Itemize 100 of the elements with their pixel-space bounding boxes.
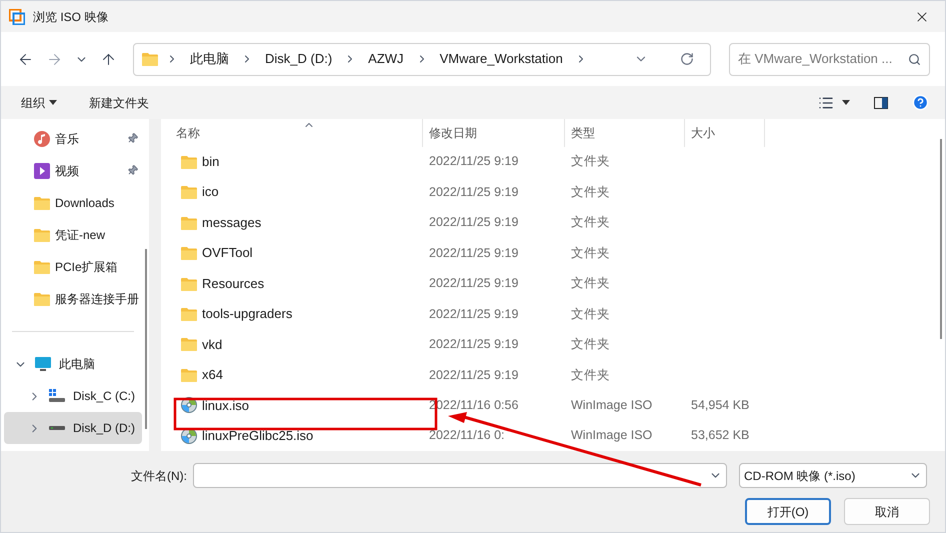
type-cell-text: WinImage ISO xyxy=(570,396,654,414)
date-cell-text: 2022/11/16 0: xyxy=(428,427,506,444)
date-cell-text: 2022/11/25 9:19 xyxy=(428,214,520,232)
quick-access-label: 服务器连接手册 xyxy=(55,291,139,308)
file-name: OVFTool xyxy=(202,244,253,262)
type-cell-text: 文件夹 xyxy=(570,244,611,262)
file-name: bin xyxy=(202,152,220,171)
file-name-cell[interactable]: OVFTool xyxy=(161,243,423,263)
address-bar[interactable]: 此电脑 Disk_D (D:) AZWJ VMware_Workstation xyxy=(133,42,711,76)
caret-icon[interactable] xyxy=(49,100,57,105)
folder-icon xyxy=(181,246,197,260)
file-name: tools-upgraders xyxy=(202,305,292,324)
tree-item[interactable]: Disk_D (D:) xyxy=(4,412,142,444)
file-name: vkd xyxy=(202,336,222,354)
tree-label: Disk_D (D:) xyxy=(73,420,135,437)
quick-access-item[interactable]: PCIe扩展箱 xyxy=(4,251,142,283)
breadcrumb[interactable]: AZWJ xyxy=(364,49,408,69)
tree-label: 此电脑 xyxy=(59,356,95,373)
file-name-cell[interactable]: linux.iso xyxy=(161,396,423,416)
date-cell-text: 2022/11/25 9:19 xyxy=(428,306,520,323)
tree-item[interactable]: Disk_C (C:) xyxy=(4,380,142,412)
drive-icon xyxy=(49,389,65,403)
date-cell-text: 2022/11/25 9:19 xyxy=(428,153,520,170)
folder-icon xyxy=(142,52,158,66)
type-cell-text: 文件夹 xyxy=(570,184,611,201)
search-input[interactable]: 在 VMware_Workstation ... xyxy=(738,49,908,69)
app-logo-icon xyxy=(9,8,25,24)
file-name: Resources xyxy=(202,274,264,293)
file-name-cell[interactable]: bin xyxy=(161,152,423,172)
file-name-cell[interactable]: vkd xyxy=(161,334,423,354)
type-cell-text: WinImage ISO xyxy=(570,427,654,444)
type-cell-text: 文件夹 xyxy=(570,275,611,292)
quick-access-label: 凭证-new xyxy=(55,227,106,244)
type-cell-text: 文件夹 xyxy=(570,366,611,384)
file-name-cell[interactable]: x64 xyxy=(161,365,423,385)
file-name-cell[interactable]: messages xyxy=(161,212,423,232)
quick-access-item[interactable]: Downloads xyxy=(4,187,142,219)
file-name-cell[interactable]: ico xyxy=(161,182,423,202)
quick-access-label: 音乐 xyxy=(55,131,79,148)
search-icon[interactable] xyxy=(908,52,921,66)
organize-button[interactable]: 组织 xyxy=(17,94,61,112)
quick-access-item[interactable]: 音乐 xyxy=(4,123,142,155)
caret-icon[interactable] xyxy=(842,100,850,105)
column-header[interactable]: 大小 xyxy=(685,119,765,146)
file-name: messages xyxy=(202,214,262,232)
quick-access-item[interactable]: 凭证-new xyxy=(4,219,142,251)
refresh-icon[interactable] xyxy=(680,52,694,66)
open-button[interactable]: 打开(O) xyxy=(745,498,831,525)
preview-pane-icon[interactable] xyxy=(874,96,888,108)
size-cell-text: 54,954 KB xyxy=(690,396,750,414)
folder-icon xyxy=(34,196,50,210)
disc-icon xyxy=(181,428,197,444)
breadcrumb[interactable]: VMware_Workstation xyxy=(436,49,567,69)
scrollbar-thumb[interactable] xyxy=(940,139,942,339)
type-cell-text: 文件夹 xyxy=(570,306,611,323)
search-field[interactable]: 在 VMware_Workstation ... xyxy=(729,42,930,76)
date-cell-text: 2022/11/25 9:19 xyxy=(428,336,520,354)
column-header[interactable]: 修改日期 xyxy=(423,119,565,146)
column-header[interactable]: 名称 xyxy=(161,119,423,146)
file-name-cell[interactable]: linuxPreGlibc25.iso xyxy=(161,426,423,446)
folder-icon xyxy=(181,216,197,230)
tree-label: Disk_C (C:) xyxy=(73,388,135,405)
quick-access-label: PCIe扩展箱 xyxy=(55,259,118,276)
view-list-icon[interactable] xyxy=(818,94,834,110)
help-icon[interactable] xyxy=(912,94,929,111)
disc-icon xyxy=(181,397,197,414)
type-cell-text: 文件夹 xyxy=(570,214,611,232)
type-cell-text: 文件夹 xyxy=(570,336,611,354)
cancel-button[interactable]: 取消 xyxy=(844,498,930,525)
drive-icon xyxy=(49,426,65,430)
column-header[interactable]: 类型 xyxy=(565,119,685,146)
folder-icon xyxy=(181,306,197,321)
folder-icon xyxy=(181,337,197,352)
quick-access-item[interactable]: 服务器连接手册 xyxy=(4,283,142,315)
folder-icon xyxy=(34,228,50,242)
file-name-cell[interactable]: tools-upgraders xyxy=(161,304,423,324)
monitor-icon xyxy=(35,356,51,372)
quick-access-label: Downloads xyxy=(55,195,114,212)
scrollbar-thumb[interactable] xyxy=(144,249,146,429)
date-cell-text: 2022/11/25 9:19 xyxy=(428,366,520,384)
date-cell-text: 2022/11/25 9:19 xyxy=(428,244,520,262)
file-name: ico xyxy=(202,183,219,202)
breadcrumb[interactable]: Disk_D (D:) xyxy=(261,49,336,69)
video-icon xyxy=(34,163,50,179)
tree-item[interactable]: 此电脑 xyxy=(4,348,142,380)
file-name-cell[interactable]: Resources xyxy=(161,274,423,294)
filename-field[interactable] xyxy=(193,463,727,488)
music-icon xyxy=(34,131,50,147)
file-type-select[interactable]: CD-ROM 映像 (*.iso) xyxy=(739,463,927,488)
folder-icon xyxy=(181,368,197,382)
quick-access-item[interactable]: 视频 xyxy=(4,155,142,187)
quick-access-label: 视频 xyxy=(55,163,79,180)
folder-icon xyxy=(181,185,197,200)
breadcrumb[interactable]: 此电脑 xyxy=(186,49,233,69)
file-name: x64 xyxy=(202,366,223,384)
folder-icon xyxy=(34,260,50,274)
new-folder-button[interactable]: 新建文件夹 xyxy=(85,94,153,112)
folder-icon xyxy=(181,154,197,169)
file-name: linux.iso xyxy=(202,396,249,415)
date-cell-text: 2022/11/25 9:19 xyxy=(428,184,520,201)
